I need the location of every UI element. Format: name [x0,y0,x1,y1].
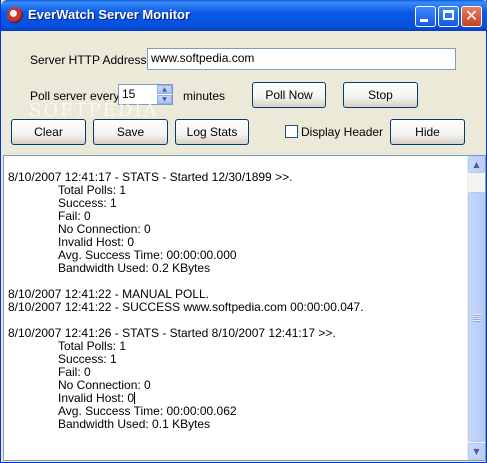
log-line: 8/10/2007 12:41:22 - SUCCESS www.softped… [8,300,364,314]
title-bar[interactable]: EverWatch Server Monitor ✕ [1,0,487,31]
hide-button[interactable]: Hide [390,119,465,145]
clear-button[interactable]: Clear [11,119,86,145]
log-stats-button[interactable]: Log Stats [175,119,249,145]
app-icon[interactable] [7,7,23,23]
server-address-input[interactable]: www.softpedia.com [147,48,456,70]
display-header-checkbox[interactable] [285,125,298,138]
minimize-icon [420,19,428,22]
app-window: EverWatch Server Monitor ✕ Server HTTP A… [0,0,487,463]
stepper-down-icon[interactable]: ▼ [157,95,172,104]
watermark: SOFTPEDIA [29,100,159,121]
display-header-label[interactable]: Display Header [301,125,383,139]
log-output[interactable]: 8/10/2007 12:41:17 - STATS - Started 12/… [3,155,486,461]
log-text: 8/10/2007 12:41:17 - STATS - Started 12/… [8,171,364,431]
minimize-button[interactable] [415,6,436,27]
maximize-button[interactable] [438,6,459,27]
save-button[interactable]: Save [93,119,168,145]
server-address-label: Server HTTP Address [30,53,147,67]
poll-now-button[interactable]: Poll Now [252,82,326,108]
grip-icon [473,314,481,322]
log-line: Bandwidth Used: 0.1 KBytes [58,417,211,431]
stepper-up-icon[interactable]: ▲ [157,85,172,94]
text-cursor [134,392,136,404]
chevron-down-icon[interactable]: ▼ [468,443,485,460]
close-button[interactable]: ✕ [461,6,482,27]
poll-unit-label: minutes [183,89,226,103]
maximize-icon [443,10,454,20]
log-line: Bandwidth Used: 0.2 KBytes [58,261,211,275]
stop-button[interactable]: Stop [343,82,418,108]
log-scrollbar[interactable]: ▲ ▼ [467,156,485,460]
poll-interval-stepper[interactable]: ▲ ▼ [157,85,172,104]
close-icon: ✕ [464,6,479,25]
chevron-up-icon[interactable]: ▲ [468,156,485,173]
window-title: EverWatch Server Monitor [28,7,191,22]
scroll-thumb[interactable] [468,192,485,442]
